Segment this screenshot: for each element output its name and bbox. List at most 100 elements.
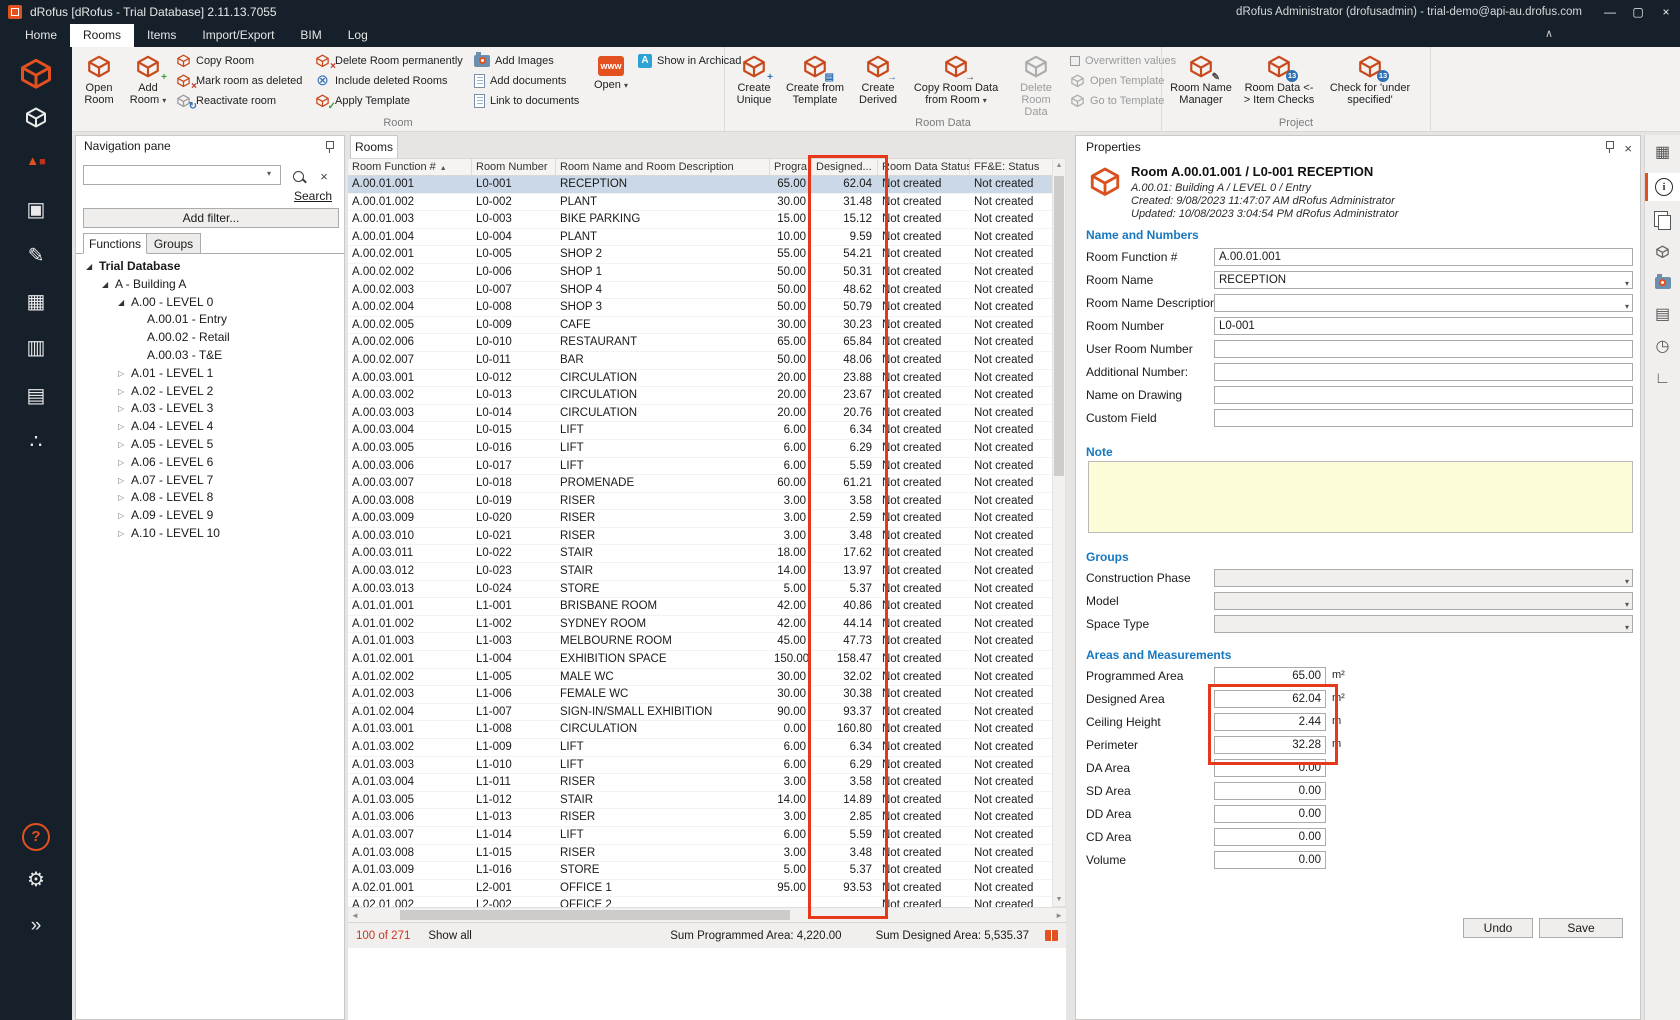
table-row[interactable]: A.01.02.004 L1-007 SIGN-IN/SMALL EXHIBIT… (348, 704, 1052, 722)
search-link[interactable]: Search (294, 189, 332, 203)
systems-module-icon[interactable]: ∴ (0, 431, 72, 453)
open-room-button[interactable]: Open Room (78, 51, 120, 106)
tree-item[interactable]: Trial Database (76, 258, 344, 276)
scroll-up-icon[interactable]: ▲ (1053, 162, 1065, 169)
maximize-button[interactable]: ▢ (1624, 0, 1652, 24)
show-all-button[interactable]: Show all (428, 930, 471, 942)
table-row[interactable]: A.01.02.002 L1-005 MALE WC 30.00 32.02 N… (348, 669, 1052, 687)
field-combobox[interactable]: ▾ (1214, 569, 1633, 587)
table-row[interactable]: A.01.03.001 L1-008 CIRCULATION 0.00 160.… (348, 721, 1052, 739)
tab-rooms[interactable]: Rooms (350, 135, 398, 158)
table-row[interactable]: A.01.02.003 L1-006 FEMALE WC 30.00 30.38… (348, 686, 1052, 704)
scroll-down-icon[interactable]: ▼ (1053, 896, 1065, 903)
table-row[interactable]: A.00.03.003 L0-014 CIRCULATION 20.00 20.… (348, 405, 1052, 423)
tree-expander-icon[interactable] (118, 383, 131, 401)
room-data-item-checks-button[interactable]: 13 Room Data <-> Item Checks (1241, 51, 1317, 106)
packages-module-icon[interactable]: ▥ (0, 337, 72, 359)
link-to-documents-button[interactable]: Link to documents (474, 91, 584, 110)
table-row[interactable]: A.00.02.005 L0-009 CAFE 30.00 30.23 Not … (348, 317, 1052, 335)
table-row[interactable]: A.00.03.013 L0-024 STORE 5.00 5.37 Not c… (348, 581, 1052, 599)
add-images-button[interactable]: Add Images (474, 51, 584, 70)
close-button[interactable]: × (1652, 0, 1680, 24)
create-from-template-button[interactable]: ▤ Create from Template (784, 51, 846, 106)
column-room-data-status[interactable]: Room Data Status (878, 159, 970, 175)
combo-chevron-icon[interactable]: ▾ (1625, 620, 1629, 633)
tree-expander-icon[interactable] (102, 276, 115, 294)
table-row[interactable]: A.00.03.011 L0-022 STAIR 18.00 17.62 Not… (348, 545, 1052, 563)
history-tab-icon[interactable]: ◷ (1645, 333, 1680, 361)
table-row[interactable]: A.01.03.004 L1-011 RISER 3.00 3.58 Not c… (348, 774, 1052, 792)
documents-module-icon[interactable]: ▤ (0, 385, 72, 407)
documents-tab-icon[interactable] (1645, 205, 1680, 233)
vertical-scrollbar[interactable]: ▲ ▼ (1052, 158, 1066, 907)
reactivate-room-button[interactable]: ↻Reactivate room (176, 91, 308, 110)
menu-item[interactable]: Items (134, 24, 189, 47)
tree-expander-icon[interactable] (118, 294, 131, 312)
menu-item[interactable]: Home (12, 24, 70, 47)
column-room-name[interactable]: Room Name and Room Description (556, 159, 770, 175)
delete-room-permanently-button[interactable]: ×Delete Room permanently (315, 51, 467, 70)
table-row[interactable]: A.01.01.001 L1-001 BRISBANE ROOM 42.00 4… (348, 598, 1052, 616)
include-deleted-rooms-button[interactable]: ⊗Include deleted Rooms (315, 71, 467, 90)
table-row[interactable]: A.00.01.003 L0-003 BIKE PARKING 15.00 15… (348, 211, 1052, 229)
check-under-specified-button[interactable]: 13 Check for 'underspecified' (1324, 51, 1416, 106)
table-row[interactable]: A.00.03.001 L0-012 CIRCULATION 20.00 23.… (348, 370, 1052, 388)
measurement-input[interactable]: 0.00 (1214, 782, 1326, 800)
reports-module-icon[interactable]: ▦ (0, 291, 72, 313)
column-room-number[interactable]: Room Number (472, 159, 556, 175)
menu-item[interactable]: BIM (287, 24, 334, 47)
measurement-input[interactable]: 0.00 (1214, 759, 1326, 777)
table-row[interactable]: A.00.02.006 L0-010 RESTAURANT 65.00 65.8… (348, 334, 1052, 352)
tree-expander-icon[interactable] (118, 418, 131, 436)
table-row[interactable]: A.00.03.002 L0-013 CIRCULATION 20.00 23.… (348, 387, 1052, 405)
model-tab-icon[interactable] (1645, 237, 1680, 265)
menu-item[interactable]: Rooms (70, 24, 134, 47)
table-row[interactable]: A.01.03.008 L1-015 RISER 3.00 3.48 Not c… (348, 845, 1052, 863)
scroll-right-icon[interactable]: ► (1055, 911, 1063, 920)
navigation-search-input[interactable] (83, 165, 281, 185)
tree-item[interactable]: A.04 - LEVEL 4 (76, 418, 344, 436)
table-row[interactable]: A.00.03.010 L0-021 RISER 3.00 3.48 Not c… (348, 528, 1052, 546)
table-row[interactable]: A.00.03.009 L0-020 RISER 3.00 2.59 Not c… (348, 510, 1052, 528)
search-dropdown-chevron-icon[interactable]: ▾ (267, 169, 271, 178)
minimize-button[interactable]: — (1596, 0, 1624, 24)
tree-expander-icon[interactable] (118, 365, 131, 383)
settings-gear-icon[interactable]: ⚙ (0, 869, 72, 891)
column-designed-area[interactable]: Designed... (812, 159, 878, 175)
table-row[interactable]: A.01.03.005 L1-012 STAIR 14.00 14.89 Not… (348, 792, 1052, 810)
table-row[interactable]: A.00.03.004 L0-015 LIFT 6.00 6.34 Not cr… (348, 422, 1052, 440)
tree-item[interactable]: A.02 - LEVEL 2 (76, 383, 344, 401)
table-row[interactable]: A.00.01.001 L0-001 RECEPTION 65.00 62.04… (348, 176, 1052, 194)
items-module-icon[interactable]: ▲■ (0, 153, 72, 168)
tree-item[interactable]: A - Building A (76, 276, 344, 294)
table-row[interactable]: A.01.03.009 L1-016 STORE 5.00 5.37 Not c… (348, 862, 1052, 880)
tree-item[interactable]: A.01 - LEVEL 1 (76, 365, 344, 383)
pin-icon[interactable] (1604, 140, 1614, 156)
table-row[interactable]: A.02.01.001 L2-001 OFFICE 1 95.00 93.53 … (348, 880, 1052, 898)
create-derived-button[interactable]: → Create Derived (853, 51, 903, 106)
tree-expander-icon[interactable] (118, 436, 131, 454)
table-row[interactable]: A.01.03.003 L1-010 LIFT 6.00 6.29 Not cr… (348, 757, 1052, 775)
www-open-button[interactable]: www Open ▾ (591, 51, 631, 92)
info-tab-icon[interactable]: i (1645, 173, 1680, 201)
tree-expander-icon[interactable] (118, 472, 131, 490)
table-row[interactable]: A.00.02.002 L0-006 SHOP 1 50.00 50.31 No… (348, 264, 1052, 282)
menu-item[interactable]: Import/Export (189, 24, 287, 47)
table-row[interactable]: A.01.01.002 L1-002 SYDNEY ROOM 42.00 44.… (348, 616, 1052, 634)
table-row[interactable]: A.01.03.002 L1-009 LIFT 6.00 6.34 Not cr… (348, 739, 1052, 757)
measurement-input[interactable]: 0.00 (1214, 805, 1326, 823)
column-room-function[interactable]: Room Function #▲ (348, 159, 472, 175)
undo-button[interactable]: Undo (1463, 918, 1533, 938)
horizontal-scrollbar[interactable]: ◄ ► (348, 907, 1066, 922)
table-row[interactable]: A.00.01.002 L0-002 PLANT 30.00 31.48 Not… (348, 194, 1052, 212)
help-icon[interactable]: ? (0, 823, 72, 851)
tree-item[interactable]: A.10 - LEVEL 10 (76, 525, 344, 543)
apply-template-button[interactable]: ✓Apply Template (315, 91, 467, 110)
tree-item[interactable]: A.00 - LEVEL 0 (76, 294, 344, 312)
field-input[interactable]: ▾ (1214, 340, 1633, 358)
tree-item[interactable]: A.03 - LEVEL 3 (76, 400, 344, 418)
add-documents-button[interactable]: Add documents (474, 71, 584, 90)
tree-item[interactable]: A.00.01 - Entry (76, 311, 344, 329)
report-book-icon[interactable] (1045, 930, 1058, 941)
tree-item[interactable]: A.00.03 - T&E (76, 347, 344, 365)
